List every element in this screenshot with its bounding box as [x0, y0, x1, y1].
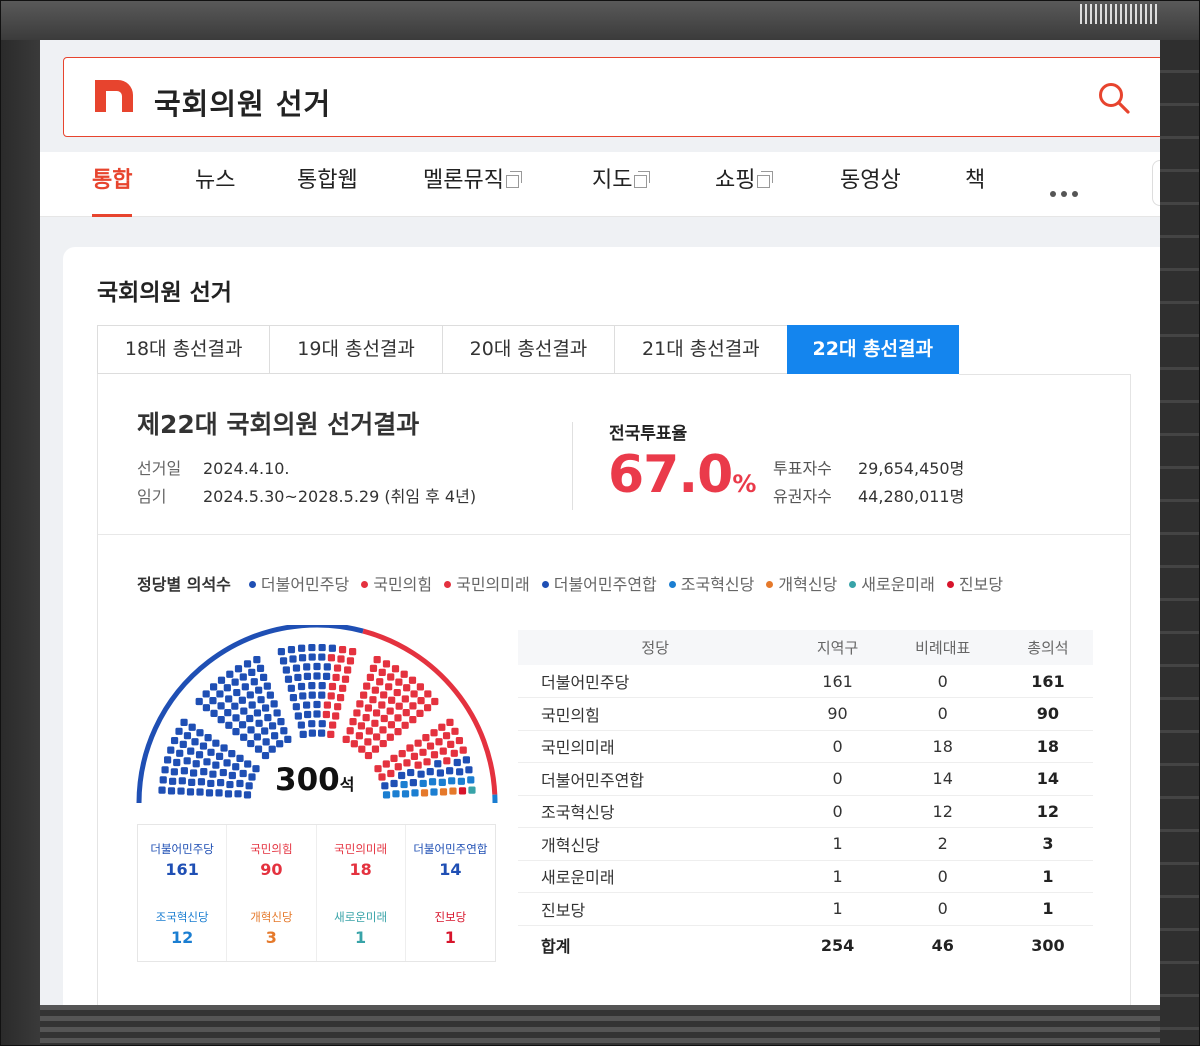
- image-frame: [0, 0, 1200, 1046]
